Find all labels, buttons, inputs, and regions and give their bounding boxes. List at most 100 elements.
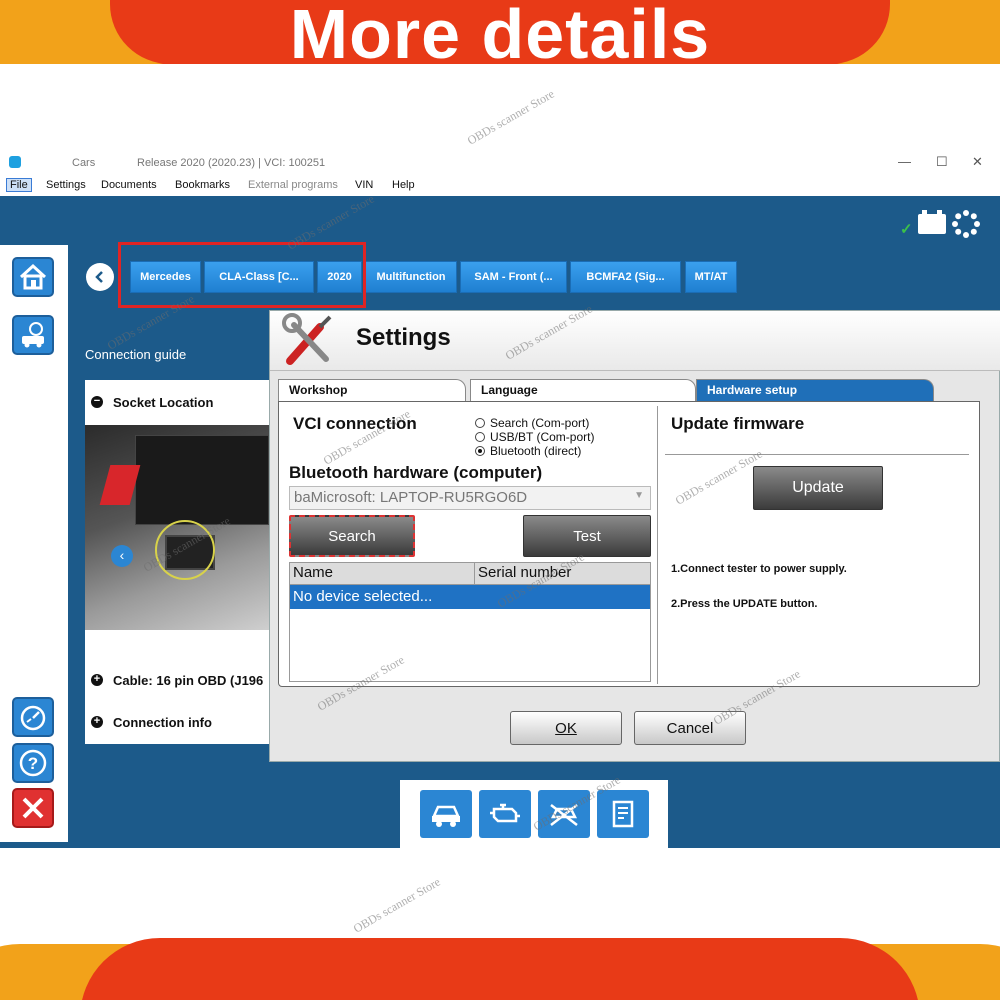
radio-label: USB/BT (Com-port) (490, 430, 595, 444)
menu-documents[interactable]: Documents (98, 179, 160, 191)
close-icon (22, 797, 44, 819)
expand-icon: + (91, 716, 103, 728)
table-row[interactable]: No device selected... (290, 585, 650, 609)
exit-button[interactable] (12, 788, 54, 828)
collapse-icon: − (91, 396, 103, 408)
bottom-toolbar (400, 780, 668, 848)
engine-icon (490, 803, 520, 823)
chevron-left-icon (95, 271, 103, 283)
radio-search-comport[interactable]: Search (Com-port) (475, 416, 594, 430)
bottom-banner (0, 938, 1000, 1000)
radio-dot-selected (475, 446, 485, 456)
minimize-button[interactable]: — (898, 154, 911, 169)
red-highlight-box (118, 242, 366, 308)
menu-file[interactable]: File (6, 178, 32, 192)
connected-check-icon: ✓ (900, 221, 913, 238)
quick-test-button[interactable] (12, 697, 54, 737)
settings-tabs: Workshop Language Hardware setup (278, 379, 990, 401)
home-icon (19, 263, 47, 290)
menu-external-programs[interactable]: External programs (245, 179, 341, 191)
radio-bluetooth-direct[interactable]: Bluetooth (direct) (475, 444, 594, 458)
menu-bar: File Settings Documents Bookmarks Extern… (0, 176, 1000, 196)
top-banner: More details (0, 0, 1000, 64)
update-firmware-title: Update firmware (671, 414, 805, 433)
tab-language[interactable]: Language (470, 379, 696, 401)
loading-gear-icon[interactable] (952, 210, 980, 238)
radio-dot (475, 418, 485, 428)
chevron-down-icon: ▼ (634, 490, 644, 501)
socket-location-photo: ‹ (85, 425, 269, 630)
menu-bookmarks[interactable]: Bookmarks (172, 179, 233, 191)
connection-info-row[interactable]: + Connection info (85, 702, 269, 742)
hardware-setup-panel: VCI connection Search (Com-port) USB/BT … (278, 401, 980, 687)
home-button[interactable] (12, 257, 54, 297)
back-button[interactable] (86, 263, 114, 291)
banner-red-center (80, 938, 920, 1000)
test-button[interactable]: Test (523, 515, 651, 557)
tab-hardware-setup[interactable]: Hardware setup (696, 379, 934, 401)
radio-dot (475, 432, 485, 442)
bluetooth-adapter-select[interactable]: baMicrosoft: LAPTOP-RU5RGO6D ▼ (289, 486, 651, 510)
panel-divider (657, 406, 658, 684)
battery-icon (918, 210, 946, 234)
car-icon (432, 805, 460, 827)
menu-help[interactable]: Help (389, 179, 418, 191)
radio-usb-bt-comport[interactable]: USB/BT (Com-port) (475, 430, 594, 444)
cancel-label: Cancel (666, 719, 714, 737)
breadcrumb-ecu[interactable]: BCMFA2 (Sig... (570, 261, 681, 293)
app-icon (9, 156, 21, 168)
cable-label: Cable: 16 pin OBD (J196 (113, 672, 264, 688)
breadcrumb-module[interactable]: SAM - Front (... (460, 261, 567, 293)
window-titlebar: Cars Release 2020 (2020.23) | VCI: 10025… (0, 150, 1000, 176)
help-icon: ? (19, 749, 47, 777)
radio-label: Search (Com-port) (490, 416, 590, 430)
firmware-divider (665, 454, 969, 455)
dialog-header: Settings (270, 311, 1000, 371)
left-toolbar: ? (0, 245, 68, 842)
update-button[interactable]: Update (753, 466, 883, 510)
bluetooth-adapter-value: baMicrosoft: LAPTOP-RU5RGO6D (294, 489, 528, 506)
search-button[interactable]: Search (289, 515, 415, 557)
tab-workshop[interactable]: Workshop (278, 379, 466, 401)
radio-label: Bluetooth (direct) (490, 444, 582, 458)
engine-button[interactable] (479, 790, 531, 838)
screenshot: More details Cars Release 2020 (2020.23)… (0, 0, 1000, 1000)
device-table: Name Serial number No device selected... (289, 562, 651, 682)
help-button[interactable]: ? (12, 743, 54, 783)
vehicle-diagnosis-button[interactable] (420, 790, 472, 838)
expand-icon: + (91, 674, 103, 686)
device-table-header: Name Serial number (290, 563, 650, 585)
document-icon (612, 800, 634, 828)
car-gear-icon (22, 322, 44, 348)
menu-settings[interactable]: Settings (43, 179, 89, 191)
connection-guide-panel: − Socket Location ‹ + Cable: 16 pin OBD … (85, 380, 269, 744)
photo-prev-icon[interactable]: ‹ (111, 545, 133, 567)
connection-info-label: Connection info (113, 714, 212, 730)
settings-dialog: Settings Workshop Language Hardware setu… (269, 310, 1000, 762)
close-window-button[interactable]: ✕ (972, 154, 983, 170)
window-app-name: Cars (72, 157, 96, 169)
banner-title: More details (289, 0, 711, 64)
column-divider (474, 563, 475, 585)
stopwatch-icon (20, 705, 46, 731)
cable-row[interactable]: + Cable: 16 pin OBD (J196 (85, 660, 269, 700)
vehicle-service-button[interactable] (12, 315, 54, 355)
col-name[interactable]: Name (293, 564, 333, 581)
watermark: OBDs scanner Store (350, 874, 443, 936)
tools-icon (282, 313, 332, 365)
dash-panel (135, 435, 269, 525)
menu-vin[interactable]: VIN (352, 179, 376, 191)
watermark: OBDs scanner Store (464, 86, 557, 148)
ok-button[interactable]: OK (510, 711, 622, 745)
dialog-title: Settings (356, 324, 451, 351)
firmware-note-2: 2.Press the UPDATE button. (671, 598, 818, 610)
ok-label: OK (555, 719, 577, 737)
breadcrumb-transmission[interactable]: MT/AT (685, 261, 737, 293)
reports-button[interactable] (597, 790, 649, 838)
connection-guide-title: Connection guide (85, 347, 187, 362)
socket-location-row[interactable]: − Socket Location (85, 382, 269, 422)
breadcrumb-category[interactable]: Multifunction (365, 261, 457, 293)
maximize-button[interactable]: ☐ (936, 154, 948, 170)
window-release-info: Release 2020 (2020.23) | VCI: 100251 (137, 157, 326, 169)
firmware-note-1: 1.Connect tester to power supply. (671, 563, 847, 575)
